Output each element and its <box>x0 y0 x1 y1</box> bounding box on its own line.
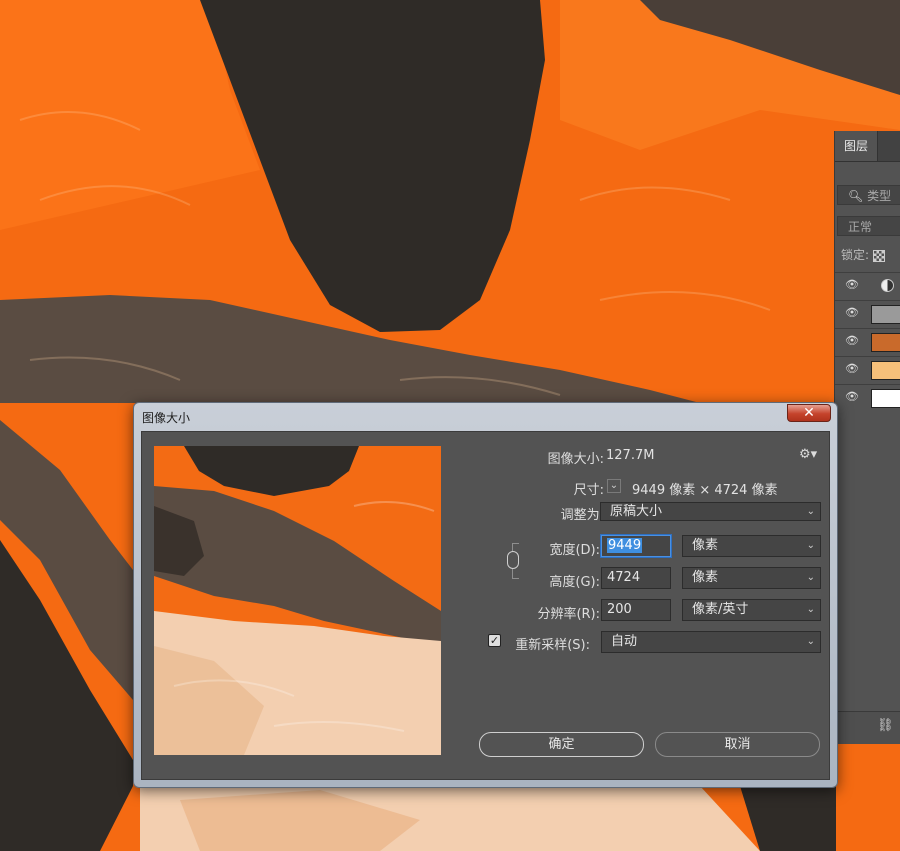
image-size-value: 127.7M <box>606 448 655 463</box>
eye-icon[interactable]: 👁︎ <box>845 279 859 290</box>
eye-icon[interactable]: 👁︎ <box>845 335 859 346</box>
dimensions-label: 尺寸: <box>573 483 604 498</box>
dialog-title: 图像大小 <box>142 411 191 425</box>
ok-button[interactable]: 确定 <box>479 732 644 757</box>
height-unit-value: 像素 <box>692 570 719 585</box>
blend-mode-value: 正常 <box>848 220 873 234</box>
layer-thumbnail <box>871 389 900 408</box>
layer-row[interactable]: 👁︎ <box>835 300 900 327</box>
layers-panel: 图层 🔍︎ 类型 正常 锁定: 👁︎ 👁︎ 👁︎ 👁︎ 👁︎ ⛓ <box>834 131 900 744</box>
image-size-label: 图像大小: <box>547 452 604 467</box>
height-label: 高度(G): <box>549 575 600 590</box>
fit-to-label: 调整为: <box>560 508 604 523</box>
link-layers-icon[interactable]: ⛓ <box>877 718 894 733</box>
layer-filter-label: 类型 <box>867 189 892 203</box>
layer-row[interactable]: 👁︎ <box>835 272 900 299</box>
blend-mode-select[interactable]: 正常 <box>837 216 900 236</box>
layers-bottom-toolbar: ⛓ <box>835 711 900 744</box>
width-input[interactable]: 9449 <box>601 535 671 557</box>
dialog-body: 图像大小: 127.7M ⚙▾ 尺寸: ⌄ 9449 像素 × 4724 像素 … <box>141 431 830 780</box>
resolution-input[interactable]: 200 <box>601 599 671 621</box>
lock-label: 锁定: <box>841 248 870 262</box>
chevron-down-icon: ⌄ <box>806 636 815 647</box>
fit-to-value: 原稿大小 <box>610 504 663 519</box>
chevron-down-icon: ⌄ <box>806 506 815 517</box>
gear-icon[interactable]: ⚙▾ <box>799 447 817 462</box>
resample-select[interactable]: 自动 ⌄ <box>601 631 821 653</box>
chevron-down-icon: ⌄ <box>806 572 815 583</box>
layer-row[interactable]: 👁︎ <box>835 328 900 355</box>
resolution-unit-select[interactable]: 像素/英寸 ⌄ <box>682 599 821 621</box>
adjustment-layer-icon <box>881 279 894 292</box>
layer-thumbnail <box>871 333 900 352</box>
chevron-down-icon: ⌄ <box>806 540 815 551</box>
resample-checkbox[interactable]: ✓ <box>488 634 501 647</box>
tab-layers[interactable]: 图层 <box>835 131 879 161</box>
dialog-titlebar[interactable]: 图像大小 ✕ <box>134 403 837 429</box>
layer-row[interactable]: 👁︎ <box>835 356 900 383</box>
layer-thumbnail <box>871 361 900 380</box>
chevron-down-icon: ⌄ <box>806 604 815 615</box>
layer-row[interactable]: 👁︎ <box>835 384 900 411</box>
height-input[interactable]: 4724 <box>601 567 671 589</box>
image-preview[interactable] <box>154 446 441 755</box>
dimensions-value: 9449 像素 × 4724 像素 <box>632 483 778 498</box>
layer-search-field[interactable]: 🔍︎ 类型 <box>837 185 900 205</box>
width-label: 宽度(D): <box>549 543 600 558</box>
fit-to-select[interactable]: 原稿大小 ⌄ <box>600 502 821 521</box>
height-unit-select[interactable]: 像素 ⌄ <box>682 567 821 589</box>
search-icon: 🔍︎ <box>848 189 864 203</box>
resolution-value: 200 <box>607 602 632 617</box>
eye-icon[interactable]: 👁︎ <box>845 363 859 374</box>
eye-icon[interactable]: 👁︎ <box>845 391 859 402</box>
width-value: 9449 <box>607 538 643 553</box>
lock-transparency-icon[interactable] <box>872 249 885 262</box>
width-unit-select[interactable]: 像素 ⌄ <box>682 535 821 557</box>
image-size-dialog: 图像大小 ✕ 图像大小: 127.7M ⚙▾ 尺寸: ⌄ 9449 像素 × 4… <box>133 402 838 788</box>
preview-artwork <box>154 446 441 755</box>
close-button[interactable]: ✕ <box>787 404 831 422</box>
layer-thumbnail <box>871 305 900 324</box>
layers-tabbar: 图层 <box>835 131 900 162</box>
dimensions-unit-chevron-icon[interactable]: ⌄ <box>607 479 621 493</box>
eye-icon[interactable]: 👁︎ <box>845 307 859 318</box>
resample-value: 自动 <box>611 634 638 649</box>
resample-label: 重新采样(S): <box>515 638 590 653</box>
resolution-unit-value: 像素/英寸 <box>692 602 749 617</box>
width-unit-value: 像素 <box>692 538 719 553</box>
resolution-label: 分辨率(R): <box>537 607 600 622</box>
lock-row: 锁定: <box>841 246 885 263</box>
cancel-button[interactable]: 取消 <box>655 732 820 757</box>
height-value: 4724 <box>607 570 641 585</box>
